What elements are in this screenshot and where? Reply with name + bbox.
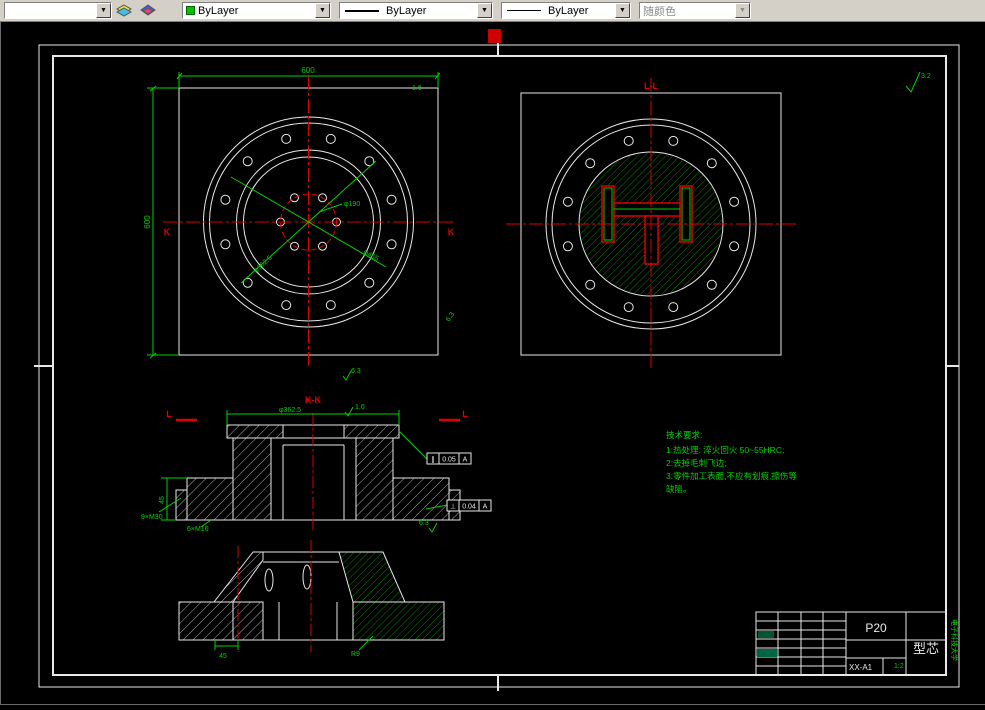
properties-toolbar: ▼ ByLayer ▼ ByLayer ▼ ByLayer ▼ 随颜色 ▼ bbox=[0, 0, 985, 22]
layer-properties-button[interactable] bbox=[113, 1, 135, 21]
material-label: P20 bbox=[865, 621, 887, 635]
roughness-mark: 6.3 bbox=[445, 311, 456, 323]
lineweight-control-value: ByLayer bbox=[548, 4, 589, 17]
tech-req-line: 1:热处理: 淬火回火 50~55HRC; bbox=[666, 445, 784, 455]
tech-req-line: 2:去掉毛刺飞边; bbox=[666, 458, 726, 468]
part-name-label: 型芯 bbox=[913, 641, 939, 656]
dim-bolt-circle: φ190 bbox=[344, 201, 360, 208]
viewport-marker bbox=[488, 29, 501, 43]
tolerance-value: 0.05 bbox=[442, 457, 456, 464]
dim-diagonal-1: φ465 bbox=[362, 249, 380, 263]
lineweight-control-combo[interactable]: ByLayer ▼ bbox=[501, 2, 631, 19]
current-color-swatch bbox=[186, 6, 195, 15]
lineweight-sample-icon bbox=[507, 10, 541, 11]
technical-requirements: 技术要求: 1:热处理: 淬火回火 50~55HRC; 2:去掉毛刺飞边; 3:… bbox=[666, 430, 797, 494]
roughness-mark: 6.3 bbox=[351, 368, 361, 375]
layer-diamond-icon bbox=[140, 3, 156, 16]
tolerance-datum: A bbox=[463, 457, 468, 464]
tech-req-line: 3:零件加工表面,不应有划痕,擦伤等 bbox=[666, 471, 797, 481]
cad-drawing[interactable]: 600 600 φ190 φ465 φ362.5 6.3 6.3 1.6 K K bbox=[1, 22, 985, 705]
tolerance-value: 0.04 bbox=[462, 504, 476, 511]
linetype-control-combo[interactable]: ByLayer ▼ bbox=[339, 2, 493, 19]
section-letter-k-left: K bbox=[164, 227, 171, 237]
chevron-down-icon[interactable]: ▼ bbox=[477, 3, 492, 18]
chevron-down-icon: ▼ bbox=[735, 3, 750, 18]
section-kk-label: K-K bbox=[305, 395, 321, 405]
dim-kk-left: 45 bbox=[159, 496, 166, 504]
tolerance-frame-2: ⊥ 0.04 A bbox=[446, 499, 492, 512]
thread-note: 9×M30 bbox=[141, 514, 163, 521]
linetype-sample-icon bbox=[345, 9, 379, 12]
tolerance-symbol: ∥ bbox=[431, 456, 435, 464]
corner-roughness-value: 3.2 bbox=[921, 73, 931, 80]
titleblock-cell-mark bbox=[757, 649, 777, 657]
linetype-control-value: ByLayer bbox=[386, 4, 427, 17]
titleblock-cell-mark bbox=[758, 631, 774, 638]
tolerance-frame-1: ∥ 0.05 A bbox=[426, 452, 472, 465]
color-control-combo[interactable]: ByLayer ▼ bbox=[182, 2, 331, 19]
dim-kk-top: φ362.5 bbox=[279, 407, 301, 414]
tolerance-symbol: ⊥ bbox=[450, 504, 456, 511]
drawing-number-label: XX-A1 bbox=[849, 663, 873, 672]
roughness-mark: 1.6 bbox=[355, 404, 365, 411]
section-letter-l-left: L bbox=[166, 409, 172, 419]
thread-note: 6×M16 bbox=[187, 526, 209, 533]
roughness-check-icon bbox=[342, 370, 352, 381]
section-kk-view: L L K-K φ362.5 1.6 45 9×M30 6×M16 6.3 ∥ … bbox=[141, 395, 492, 533]
school-name-label: 电子科技大学 bbox=[950, 619, 959, 661]
section-ll-label: L-L bbox=[644, 81, 658, 91]
chevron-down-icon[interactable]: ▼ bbox=[315, 3, 330, 18]
tech-req-title: 技术要求: bbox=[666, 430, 702, 440]
bottom-section-view: 45 R9 bbox=[178, 540, 445, 660]
plotstyle-control-combo: 随颜色 ▼ bbox=[639, 2, 751, 19]
dim-plan-width: 600 bbox=[301, 66, 315, 75]
centering-marks bbox=[34, 40, 959, 691]
plotstyle-control-value: 随颜色 bbox=[643, 5, 676, 18]
tech-req-line: 缺陷。 bbox=[666, 484, 692, 494]
named-views-combo[interactable]: ▼ bbox=[4, 2, 112, 19]
dim-diagonal-2: φ362.5 bbox=[253, 254, 274, 274]
layer-stack-icon bbox=[115, 3, 133, 17]
section-letter-k-right: K bbox=[448, 227, 455, 237]
color-control-value: ByLayer bbox=[198, 4, 239, 17]
title-block: P20 型芯 XX-A1 1:2 电子科技大学 bbox=[755, 611, 959, 676]
corner-roughness-symbol: 3.2 bbox=[905, 71, 931, 93]
section-ll-view: L-L bbox=[506, 78, 796, 370]
plan-view: 600 600 φ190 φ465 φ362.5 6.3 6.3 1.6 K K bbox=[143, 66, 456, 381]
dim-plan-height: 600 bbox=[143, 215, 152, 229]
scale-label: 1:2 bbox=[894, 663, 904, 670]
sheet-border bbox=[38, 44, 960, 688]
model-space-canvas[interactable]: 600 600 φ190 φ465 φ362.5 6.3 6.3 1.6 K K bbox=[0, 22, 985, 705]
section-letter-l-right: L bbox=[462, 409, 468, 419]
roughness-mark: 1.6 bbox=[412, 85, 422, 92]
chevron-down-icon[interactable]: ▼ bbox=[96, 3, 111, 18]
dim-bottom-r9: R9 bbox=[351, 651, 360, 658]
dim-bottom-45: 45 bbox=[219, 653, 227, 660]
roughness-mark: 6.3 bbox=[419, 520, 429, 527]
layer-states-button[interactable] bbox=[137, 1, 159, 21]
tolerance-datum: A bbox=[483, 504, 488, 511]
chevron-down-icon[interactable]: ▼ bbox=[615, 3, 630, 18]
